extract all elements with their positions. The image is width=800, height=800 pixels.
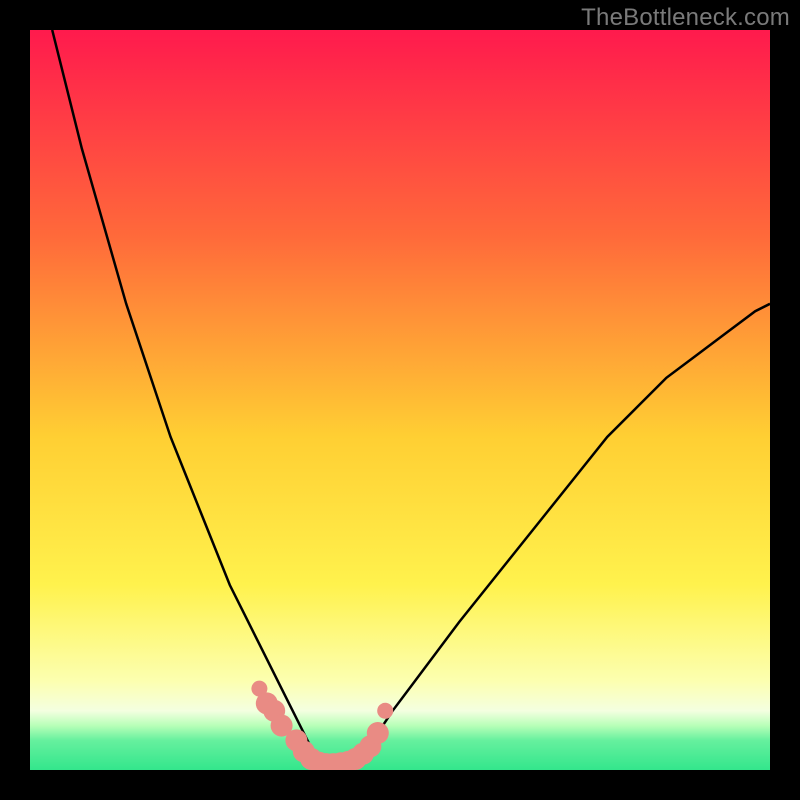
bottleneck-curve-chart [30,30,770,770]
plot-area [30,30,770,770]
gradient-background [30,30,770,770]
watermark-text: TheBottleneck.com [581,4,790,32]
data-marker [367,722,389,744]
chart-frame: TheBottleneck.com [0,0,800,800]
data-marker [377,703,393,719]
